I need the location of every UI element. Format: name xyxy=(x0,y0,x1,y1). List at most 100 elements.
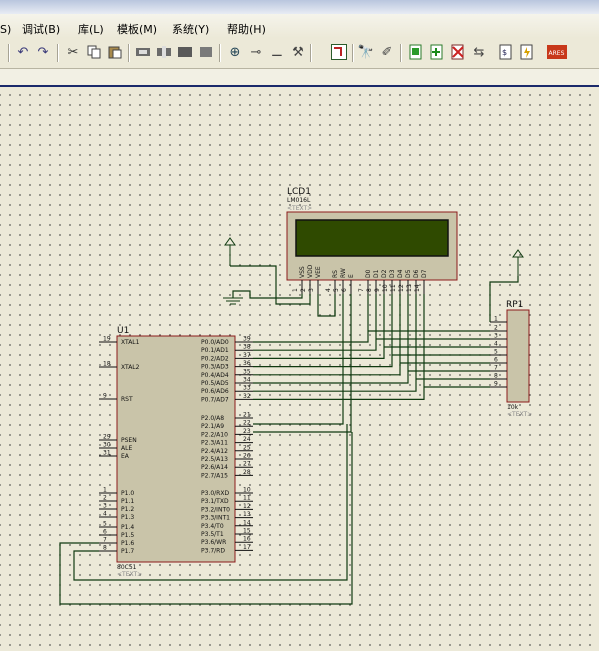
rp-ref: RP1 xyxy=(506,300,523,310)
make-device-icon[interactable]: ⊸ xyxy=(247,43,265,61)
mcu-pin-number: 24 xyxy=(243,436,251,443)
schematic-canvas[interactable]: LCD1 LM016L <TEXT> VSS 1 VDD 2 VEE 3 RS 4 RW 5 E 6 D… xyxy=(0,87,599,651)
remove-sheet-icon[interactable] xyxy=(449,43,467,61)
wire xyxy=(317,294,336,317)
mcu-pin-name: P2.4/A12 xyxy=(201,448,228,455)
block-copy-icon[interactable] xyxy=(134,43,152,61)
rp-pin-number: 3 xyxy=(494,333,498,340)
packaging-icon[interactable]: ⚊ xyxy=(268,43,286,61)
mcu-pin-number: 15 xyxy=(243,528,251,535)
paste-icon[interactable] xyxy=(106,43,124,61)
mcu-pin-number: 26 xyxy=(243,453,251,460)
goto-sheet-icon[interactable]: ⇆ xyxy=(470,43,488,61)
property-assign-icon[interactable]: ✐ xyxy=(378,43,396,61)
pick-device-icon[interactable]: ⊕ xyxy=(226,43,244,61)
rp-body xyxy=(506,309,530,403)
mcu-pin-number: 31 xyxy=(103,450,111,457)
undo-icon[interactable]: ↶ xyxy=(14,43,32,61)
mcu-pin-name: P1.3 xyxy=(121,514,134,521)
ground-symbol xyxy=(223,297,243,305)
menu-item-library[interactable]: 库(L) xyxy=(78,19,104,39)
electrical-check-icon[interactable] xyxy=(518,43,536,61)
menu-item-debug[interactable]: 调试(B) xyxy=(22,19,60,39)
mcu-part: 80C51 xyxy=(117,564,137,571)
mcu-pin-name: P0.0/AD0 xyxy=(201,339,229,346)
search-icon[interactable]: 🔭 xyxy=(357,43,375,61)
menu-item-help[interactable]: 帮助(H) xyxy=(227,19,266,39)
mcu-pin-name: P0.5/AD5 xyxy=(201,380,229,387)
lcd-pin-number: 12 xyxy=(398,284,405,292)
menu-item-template[interactable]: 模板(M) xyxy=(117,19,157,39)
block-move-icon[interactable] xyxy=(155,43,173,61)
add-sheet-icon[interactable] xyxy=(428,43,446,61)
mcu-pin-name: ALE xyxy=(121,445,132,452)
mcu-pin-name: P1.6 xyxy=(121,540,134,547)
rp-pin-number: 5 xyxy=(494,349,498,356)
mcu-pin-number: 7 xyxy=(103,537,107,544)
copy-icon[interactable] xyxy=(85,43,103,61)
toolbar-separator xyxy=(128,44,130,62)
rp-pin-number: 1 xyxy=(494,316,498,323)
block-delete-icon[interactable] xyxy=(197,43,215,61)
mcu-pin-name: P0.6/AD6 xyxy=(201,388,229,395)
ares-label: ARES xyxy=(549,50,565,57)
menu-label: 模板(M) xyxy=(117,23,158,36)
rp-text: <TEXT> xyxy=(507,411,532,418)
mcu-pin-number: 10 xyxy=(243,487,251,494)
mcu-pin-number: 22 xyxy=(243,420,251,427)
mcu-pin-name: P2.7/A15 xyxy=(201,472,228,479)
lcd-pin-number: 2 xyxy=(300,288,307,292)
toolbar-separator xyxy=(310,44,312,62)
redo-icon[interactable]: ↷ xyxy=(34,43,52,61)
lcd-pin-name: RW xyxy=(340,268,347,278)
mcu-pin-number: 4 xyxy=(103,511,107,518)
menu-item-system[interactable]: 系统(Y) xyxy=(172,19,209,39)
mcu-pin-number: 3 xyxy=(103,503,107,510)
lcd-component[interactable]: LCD1 LM016L <TEXT> VSS 1 VDD 2 VEE 3 RS 4 RW 5 E 6 D… xyxy=(286,187,458,294)
lcd-pin-number: 7 xyxy=(358,288,365,292)
lcd-pin-number: 10 xyxy=(382,284,389,292)
mcu-pin-name: P0.7/AD7 xyxy=(201,396,229,403)
wire-autoroute-icon[interactable] xyxy=(330,43,348,61)
lcd-pin-number: 13 xyxy=(406,284,413,292)
mcu-pin-name: P2.3/A11 xyxy=(201,440,228,447)
mcu-pin-name: P3.1/TXD xyxy=(201,498,229,505)
mcu-pin-number: 29 xyxy=(103,434,111,441)
resistor-pack-component[interactable]: RP1 10k <TEXT> 1 23456789 xyxy=(490,300,532,418)
toolbar-separator xyxy=(352,44,354,62)
ares-netlist-icon[interactable]: ARES xyxy=(546,43,568,61)
mcu-pin-number: 12 xyxy=(243,503,251,510)
rp-pin-number: 9 xyxy=(494,381,498,388)
mcu-pin-name: P1.5 xyxy=(121,532,134,539)
mcu-pin-number: 38 xyxy=(243,344,251,351)
mcu-pin-number: 34 xyxy=(243,377,251,384)
lcd-pin-number: 11 xyxy=(390,284,397,292)
menu-item-source[interactable]: S) xyxy=(0,19,11,39)
block-rotate-icon[interactable] xyxy=(176,43,194,61)
new-sheet-icon[interactable] xyxy=(407,43,425,61)
menu-label: 帮助(H) xyxy=(227,23,266,36)
menu-bar: S) 调试(B) 库(L) 模板(M) 系统(Y) 帮助(H) xyxy=(0,0,599,39)
menu-label: 库(L) xyxy=(78,23,104,36)
mcu-pin-number: 6 xyxy=(103,529,107,536)
bill-of-materials-icon[interactable]: $ xyxy=(497,43,515,61)
lcd-pin-name: RS xyxy=(332,270,339,278)
mcu-pin-number: 25 xyxy=(243,444,251,451)
mcu-pin-name: P1.0 xyxy=(121,490,134,497)
decompose-icon[interactable]: ⚒ xyxy=(289,43,307,61)
mcu-pin-name: P1.7 xyxy=(121,548,134,555)
cut-icon[interactable]: ✂ xyxy=(64,43,82,61)
lcd-pin-name: D7 xyxy=(421,269,428,278)
mcu-pin-name: P3.0/RXD xyxy=(201,490,229,497)
mcu-component[interactable]: U1 80C51 <TEXT> 19 XTAL118 XTAL29 RST29 PSEN… xyxy=(99,326,253,578)
mcu-pin-name: P3.5/T1 xyxy=(201,531,224,538)
lcd-pin-name: D3 xyxy=(389,269,396,278)
wire xyxy=(253,294,352,433)
mcu-pin-name: P2.0/A8 xyxy=(201,415,224,422)
mcu-pin-name: P0.2/AD2 xyxy=(201,355,229,362)
menu-label: 调试(B) xyxy=(22,23,61,36)
mcu-pin-number: 8 xyxy=(103,545,107,552)
mcu-pin-number: 28 xyxy=(243,469,251,476)
mcu-pin-name: P2.6/A14 xyxy=(201,464,228,471)
lcd-pin-number: 9 xyxy=(374,288,381,292)
